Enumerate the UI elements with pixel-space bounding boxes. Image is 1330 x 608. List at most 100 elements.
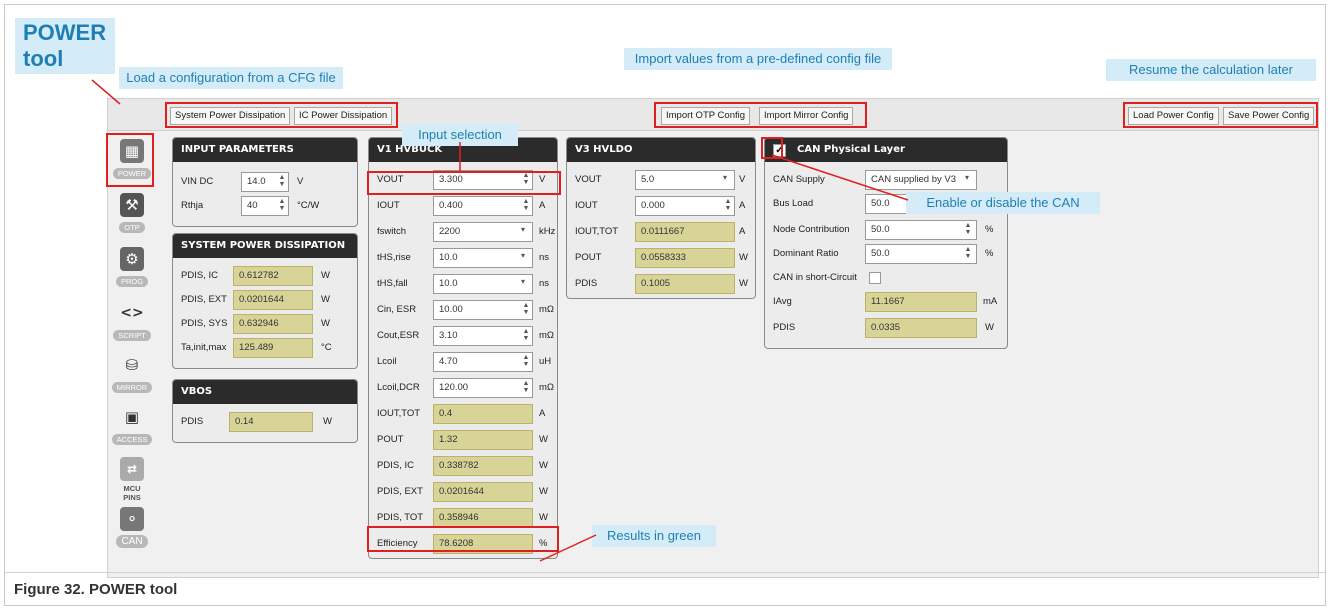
can-iavg-label: IAvg: [773, 296, 792, 307]
rthja-row: Rthja 40 ▲ ▼ °C/W: [173, 196, 357, 216]
v1-input[interactable]: 0.400: [433, 196, 533, 216]
can-node-input[interactable]: 50.0: [865, 220, 977, 240]
v1-input[interactable]: 4.70: [433, 352, 533, 372]
sidebar-item-access[interactable]: ▣ ACCESS: [110, 405, 154, 447]
callout-results-green: Results in green: [592, 525, 716, 547]
vbos-pdis-value: 0.14: [229, 412, 313, 432]
v1-label: IOUT: [377, 200, 400, 211]
v1-unit: kHz: [539, 226, 556, 237]
can-supply-select[interactable]: CAN supplied by V3: [865, 170, 977, 190]
v3-chevron-down-icon[interactable]: ▾: [723, 173, 727, 182]
v1-value: 0.0201644: [433, 482, 533, 502]
vin-stepper[interactable]: ▲ ▼: [277, 174, 287, 188]
v1-row: Lcoil 4.70 ▲ ▼ uH: [369, 352, 557, 372]
can-dom-unit: %: [985, 248, 994, 259]
v1-input[interactable]: 3.10: [433, 326, 533, 346]
can-dom-label: Dominant Ratio: [773, 248, 839, 259]
can-dom-row: Dominant Ratio 50.0 ▲ ▼ %: [765, 244, 1007, 264]
v3-label: VOUT: [575, 174, 602, 185]
v1-label: IOUT,TOT: [377, 408, 421, 419]
sys-pdis-ic-value: 0.612782: [233, 266, 313, 286]
sidebar-label-prog: PROG: [115, 276, 149, 287]
sys-ta-value: 125.489: [233, 338, 313, 358]
sidebar-item-otp[interactable]: ⚒ OTP: [110, 193, 154, 235]
input-parameters-panel: INPUT PARAMETERS VIN DC 14.0 ▲ ▼ V Rthja …: [172, 137, 358, 227]
v1-chevron-down-icon[interactable]: ▾: [521, 225, 525, 234]
v1-stepper[interactable]: ▲ ▼: [521, 328, 531, 342]
sys-ta-label: Ta,init,max: [181, 342, 227, 353]
v1-row: PDIS, EXT 0.0201644 W: [369, 482, 557, 502]
sidebar-label-otp: OTP: [119, 222, 145, 233]
callout-input-selection: Input selection: [402, 124, 518, 146]
v1-input[interactable]: 10.00: [433, 300, 533, 320]
v1-input[interactable]: 2200: [433, 222, 533, 242]
rthja-stepper[interactable]: ▲ ▼: [277, 198, 287, 212]
v1-row: POUT 1.32 W: [369, 430, 557, 450]
v3-label: POUT: [575, 252, 602, 263]
sidebar-item-mirror[interactable]: ⛁ MIRROR: [110, 353, 154, 395]
sys-pdis-sys-label: PDIS, SYS: [181, 318, 228, 329]
can-supply-chevron-icon[interactable]: ▾: [965, 173, 969, 182]
rthja-unit: °C/W: [297, 200, 320, 211]
sys-pdis-sys-unit: W: [321, 318, 330, 329]
v1-label: fswitch: [377, 226, 407, 237]
vbos-row: PDIS 0.14 W: [173, 412, 357, 432]
sidebar-item-prog[interactable]: ⚙ PROG: [110, 247, 154, 289]
v1-unit: mΩ: [539, 382, 555, 393]
v3-row: PDIS 0.1005 W: [567, 274, 755, 294]
v1-value: 0.4: [433, 404, 533, 424]
can-pdis-unit: W: [985, 322, 994, 333]
v1-chevron-down-icon[interactable]: ▾: [521, 251, 525, 260]
sidebar: ▦ POWER ⚒ OTP ⚙ PROG <> SCRIPT ⛁ MIRROR …: [106, 131, 158, 577]
callout-enable-can: Enable or disable the CAN: [906, 192, 1100, 214]
v3-label: IOUT,TOT: [575, 226, 619, 237]
power-config-highlight: [1123, 102, 1318, 128]
v3-input[interactable]: 0.000: [635, 196, 735, 216]
sidebar-item-power[interactable]: ▦ POWER: [110, 139, 154, 181]
pins-icon: ⇄: [120, 457, 144, 481]
v1-stepper[interactable]: ▲ ▼: [521, 354, 531, 368]
v3-input[interactable]: 5.0: [635, 170, 735, 190]
v3-stepper[interactable]: ▲ ▼: [723, 198, 733, 212]
can-pdis-row: PDIS 0.0335 W: [765, 318, 1007, 338]
v1-chevron-down-icon[interactable]: ▾: [521, 277, 525, 286]
can-node-unit: %: [985, 224, 994, 235]
can-iavg-row: IAvg 11.1667 mA: [765, 292, 1007, 312]
power-tool-title: POWER tool: [15, 18, 115, 74]
v1-row: Lcoil,DCR 120.00 ▲ ▼ mΩ: [369, 378, 557, 398]
vin-label: VIN DC: [181, 176, 214, 187]
wrench-icon: ⚒: [120, 193, 144, 217]
v1-label: Cin, ESR: [377, 304, 417, 315]
v1-stepper[interactable]: ▲ ▼: [521, 380, 531, 394]
v1-label: tHS,fall: [377, 278, 408, 289]
can-checkbox-highlight: [761, 137, 783, 159]
sys-pdis-ext-unit: W: [321, 294, 330, 305]
figure-caption: Figure 32. POWER tool: [14, 581, 178, 598]
vbos-pdis-unit: W: [323, 416, 332, 427]
can-dom-stepper[interactable]: ▲ ▼: [963, 246, 973, 260]
vin-row: VIN DC 14.0 ▲ ▼ V: [173, 172, 357, 192]
rthja-label: Rthja: [181, 200, 204, 211]
v1-row: IOUT,TOT 0.4 A: [369, 404, 557, 424]
can-short-row: CAN in short-Circuit: [765, 268, 1007, 288]
v3-unit: W: [739, 278, 748, 289]
can-dom-input[interactable]: 50.0: [865, 244, 977, 264]
v1-input[interactable]: 120.00: [433, 378, 533, 398]
v1-value: 0.338782: [433, 456, 533, 476]
sidebar-label-script: SCRIPT: [113, 330, 151, 341]
v1-input[interactable]: 10.0: [433, 248, 533, 268]
can-short-checkbox[interactable]: [869, 272, 881, 284]
v1-row: PDIS, IC 0.338782 W: [369, 456, 557, 476]
v1-input[interactable]: 10.0: [433, 274, 533, 294]
v3-value: 0.1005: [635, 274, 735, 294]
v1-row: Cin, ESR 10.00 ▲ ▼ mΩ: [369, 300, 557, 320]
sidebar-item-script[interactable]: <> SCRIPT: [110, 301, 154, 343]
caption-divider: [4, 572, 1326, 573]
can-node-stepper[interactable]: ▲ ▼: [963, 222, 973, 236]
sys-row: Ta,init,max 125.489 °C: [173, 338, 357, 358]
v1-value: 0.358946: [433, 508, 533, 528]
sidebar-item-mcu-pins[interactable]: ⇄ MCU PINS: [110, 457, 154, 505]
v1-stepper[interactable]: ▲ ▼: [521, 198, 531, 212]
sidebar-item-can[interactable]: ⚬ CAN: [110, 507, 154, 549]
v1-stepper[interactable]: ▲ ▼: [521, 302, 531, 316]
